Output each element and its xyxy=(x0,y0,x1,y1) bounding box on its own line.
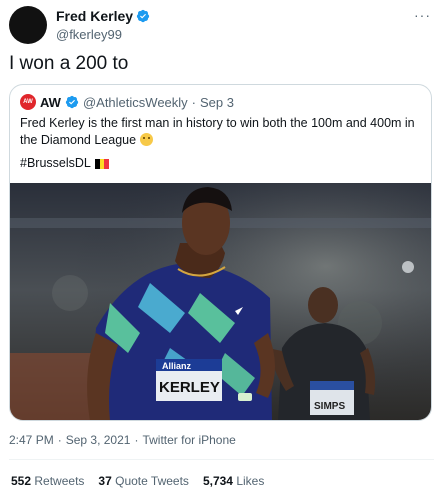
hashtag-link[interactable]: #BrusselsDL xyxy=(20,155,91,172)
author-avatar[interactable] xyxy=(9,6,47,44)
meta-separator: · xyxy=(57,433,62,447)
tweet-time[interactable]: 2:47 PM xyxy=(9,433,54,447)
athlete-photo: SIMPS Allianz KERLEY xyxy=(10,183,431,420)
retweets-label: Retweets xyxy=(34,474,85,488)
retweets-count: 552 xyxy=(11,474,32,488)
tweet-meta: 2:47 PM · Sep 3, 2021 · Twitter for iPho… xyxy=(9,433,236,447)
bib-name-text: KERLEY xyxy=(159,379,220,396)
tweet-client[interactable]: Twitter for iPhone xyxy=(142,433,235,447)
quoted-header: AW AW @AthleticsWeekly · Sep 3 xyxy=(20,93,234,111)
tweet-stats: 552 Retweets 37 Quote Tweets 5,734 Likes xyxy=(11,474,264,488)
quotes-label: Quote Tweets xyxy=(115,474,189,488)
author-block: Fred Kerley @fkerley99 xyxy=(56,7,150,42)
quoted-hashtag-row: #BrusselsDL xyxy=(20,155,109,172)
divider xyxy=(9,459,434,460)
quoted-tweet[interactable]: AW AW @AthleticsWeekly · Sep 3 Fred Kerl… xyxy=(9,84,432,421)
meta-separator: · xyxy=(134,433,139,447)
quoted-photo[interactable]: SIMPS Allianz KERLEY xyxy=(10,183,431,420)
quotes-count: 37 xyxy=(98,474,112,488)
tweet-date[interactable]: Sep 3, 2021 xyxy=(66,433,131,447)
author-name-row: Fred Kerley xyxy=(56,7,150,24)
author-handle[interactable]: @fkerley99 xyxy=(56,27,150,42)
quoted-avatar: AW xyxy=(20,94,36,110)
astonished-face-icon xyxy=(139,133,153,146)
quoted-separator: · xyxy=(191,94,197,110)
runner2-bib-text: SIMPS xyxy=(314,401,345,412)
belgium-flag-icon xyxy=(94,158,109,169)
likes-stat[interactable]: 5,734 Likes xyxy=(203,474,264,488)
quoted-date: Sep 3 xyxy=(200,94,234,110)
likes-count: 5,734 xyxy=(202,474,233,488)
quoted-name: AW xyxy=(40,94,61,110)
verified-badge-icon xyxy=(136,9,150,22)
quoted-text: Fred Kerley is the first man in history … xyxy=(20,115,420,149)
more-icon[interactable]: ··· xyxy=(414,7,431,23)
quote-tweets-stat[interactable]: 37 Quote Tweets xyxy=(98,474,189,488)
quoted-text-content: Fred Kerley is the first man in history … xyxy=(20,116,415,147)
likes-label: Likes xyxy=(236,474,265,488)
quoted-handle: @AthleticsWeekly xyxy=(82,94,188,110)
verified-badge-icon xyxy=(65,95,79,109)
tweet-text: I won a 200 to xyxy=(9,53,129,74)
author-name[interactable]: Fred Kerley xyxy=(56,8,133,24)
bib-sponsor-text: Allianz xyxy=(162,361,192,371)
retweets-stat[interactable]: 552 Retweets xyxy=(11,474,84,488)
